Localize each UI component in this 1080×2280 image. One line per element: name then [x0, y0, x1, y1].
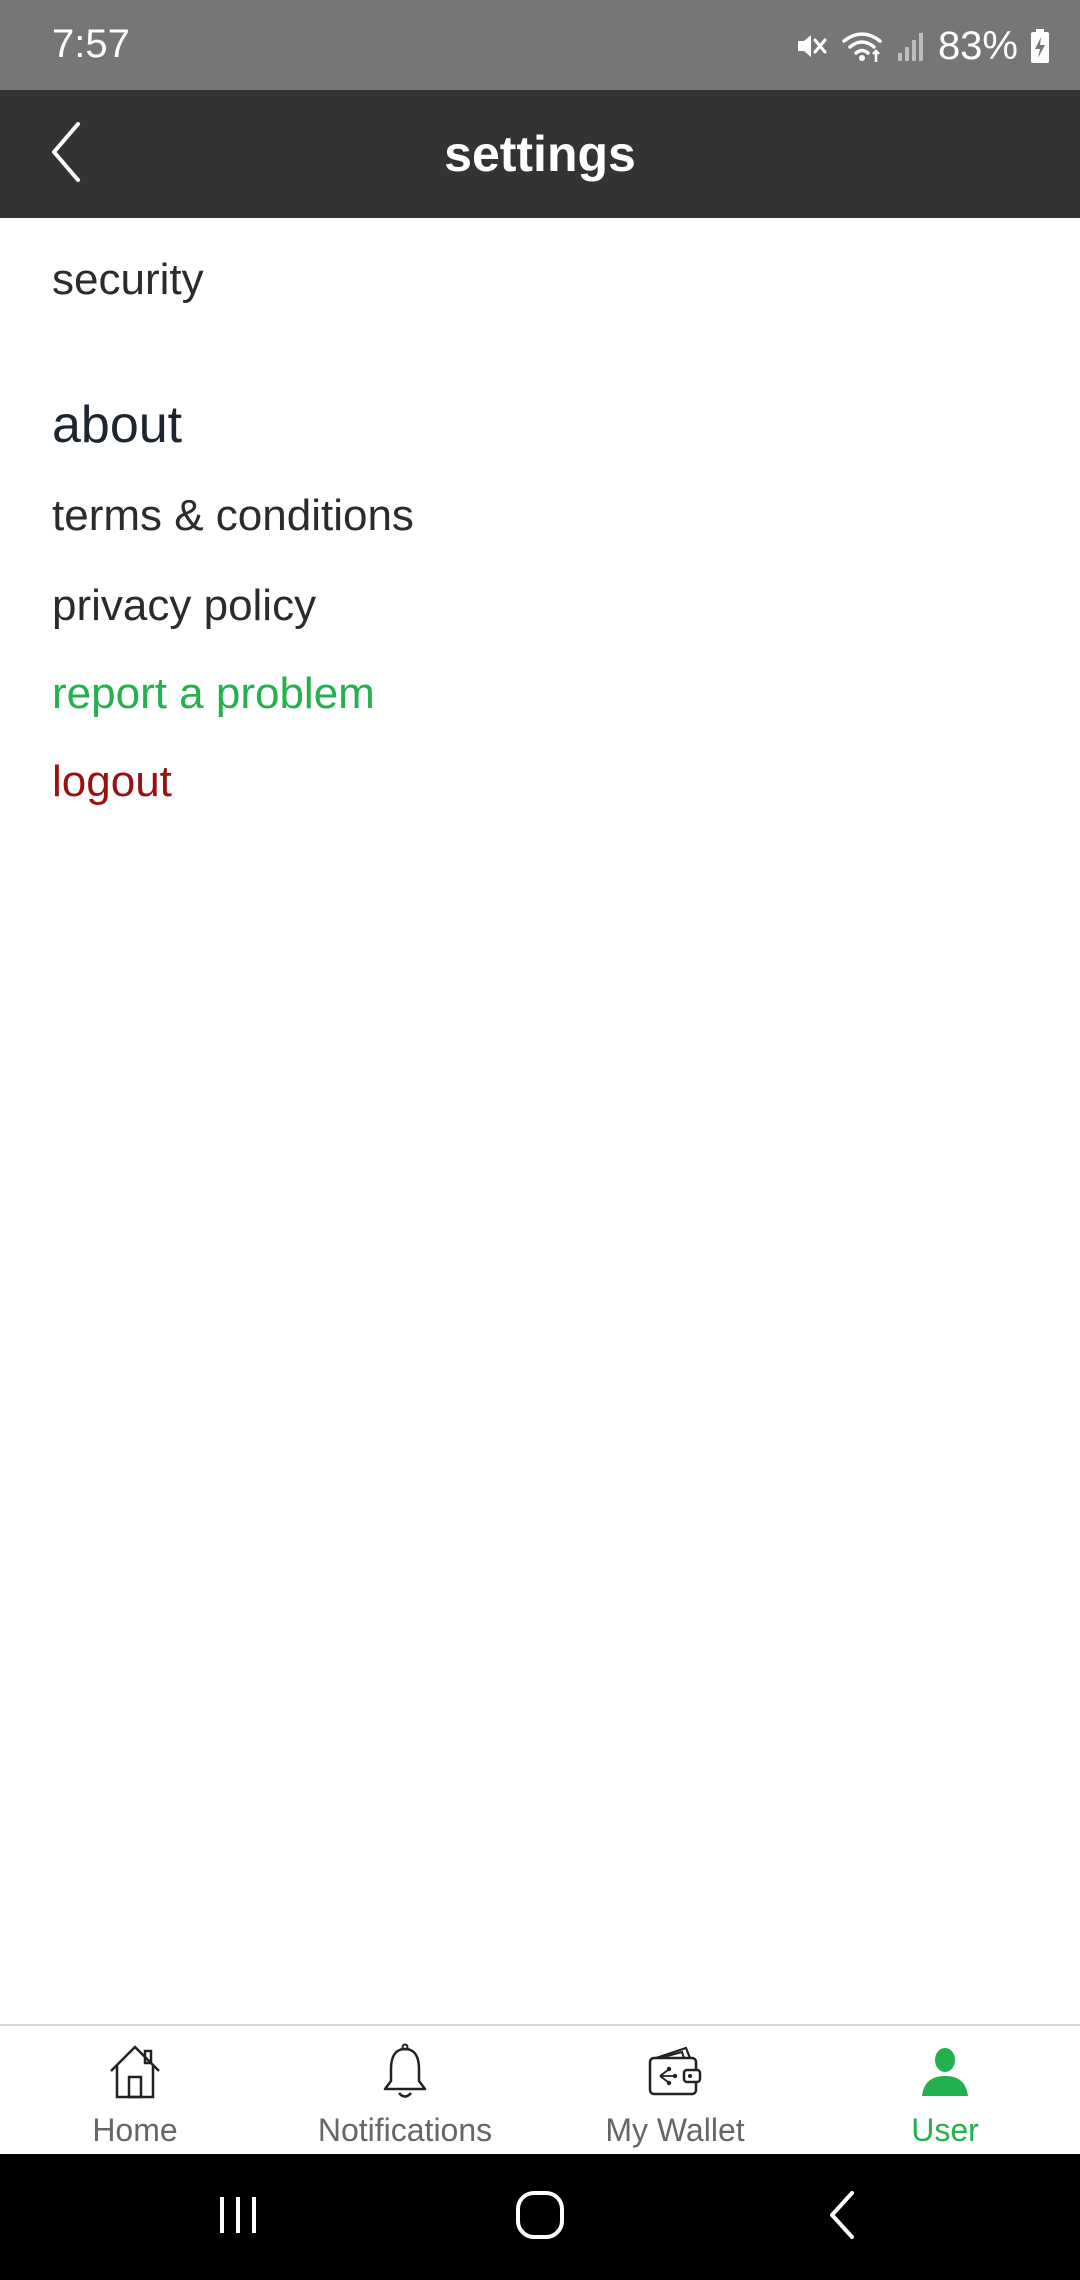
bell-icon: [373, 2040, 437, 2104]
nav-home[interactable]: Home: [0, 2026, 270, 2154]
nav-notifications[interactable]: Notifications: [270, 2026, 540, 2154]
settings-screen: 7:57 83% settings security about terms &…: [0, 0, 1080, 2280]
system-nav-bar: [0, 2154, 1080, 2280]
recent-apps-icon: [214, 2193, 262, 2242]
logout-item[interactable]: logout: [52, 756, 172, 809]
status-bar: 7:57 83%: [0, 0, 1080, 90]
terms-conditions-item[interactable]: terms & conditions: [52, 490, 414, 543]
page-title: settings: [444, 126, 636, 182]
nav-my-wallet[interactable]: My Wallet: [540, 2026, 810, 2154]
nav-user-label: User: [911, 2112, 979, 2148]
security-item[interactable]: security: [52, 254, 204, 307]
nav-notifications-label: Notifications: [317, 2112, 493, 2148]
report-problem-item[interactable]: report a problem: [52, 668, 375, 721]
status-icons: 83%: [794, 24, 1050, 68]
battery-charging-icon: [1030, 28, 1050, 64]
wallet-icon: [643, 2040, 707, 2104]
nav-user[interactable]: User: [810, 2026, 1080, 2154]
recent-apps-button[interactable]: [198, 2182, 278, 2252]
status-time: 7:57: [52, 22, 130, 66]
about-heading: about: [52, 396, 183, 454]
back-system-button[interactable]: [802, 2182, 882, 2252]
home-system-button[interactable]: [500, 2182, 580, 2252]
bottom-nav: Home Notifications My Wallet User: [0, 2024, 1080, 2154]
user-icon: [913, 2040, 977, 2104]
signal-icon: [896, 29, 926, 63]
home-circle-icon: [514, 2189, 566, 2246]
battery-percent: 83%: [937, 24, 1018, 68]
home-icon: [103, 2040, 167, 2104]
privacy-policy-item[interactable]: privacy policy: [52, 580, 316, 633]
mute-icon: [794, 29, 828, 63]
wifi-icon: [840, 29, 884, 63]
nav-my-wallet-label: My Wallet: [605, 2112, 745, 2148]
nav-home-label: Home: [92, 2112, 178, 2148]
app-header: settings: [0, 90, 1080, 218]
back-arrow-icon: [822, 2189, 862, 2246]
